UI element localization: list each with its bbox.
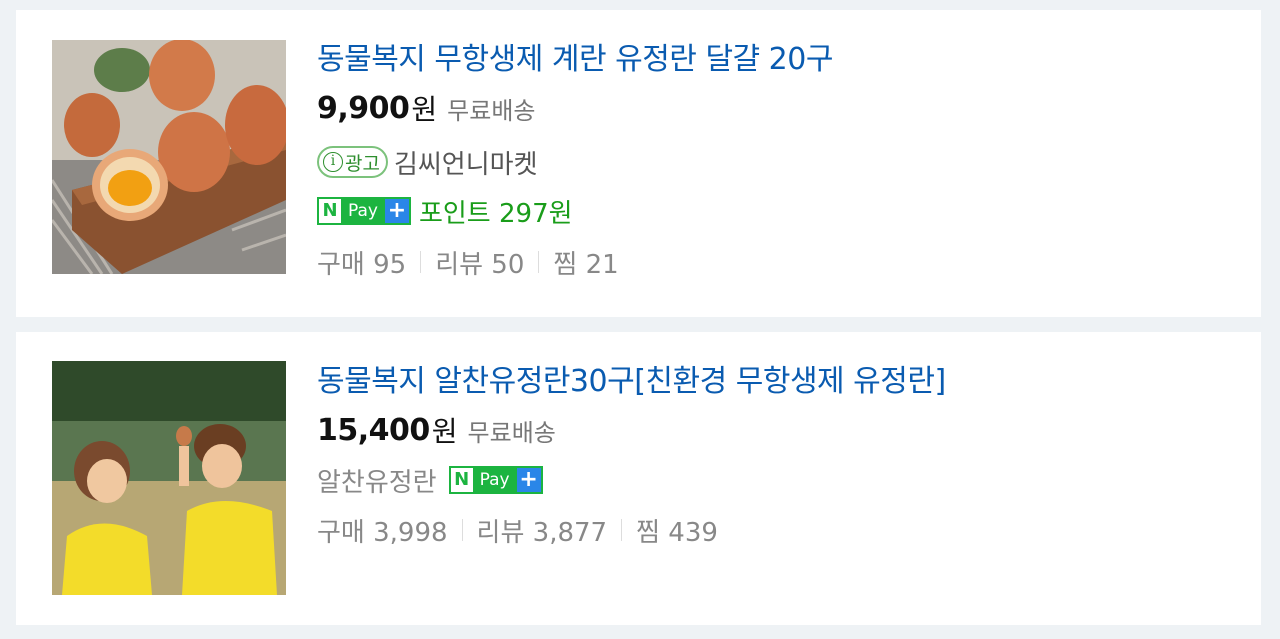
review-count[interactable]: 리뷰 50 (435, 244, 524, 281)
naver-n-icon: N (450, 468, 473, 492)
shipping-label: 무료배송 (447, 96, 536, 125)
plus-icon: + (516, 468, 541, 492)
product-image-eggs[interactable] (52, 40, 286, 274)
product-title-link[interactable]: 동물복지 알찬유정란30구[친환경 무항생제 유정란] (317, 362, 1241, 402)
npay-plus-badge: N Pay + (317, 197, 411, 225)
review-count[interactable]: 리뷰 3,877 (477, 512, 608, 549)
purchase-count: 구매 95 (317, 249, 407, 280)
stats-row: 구매 3,998 리뷰 3,877 찜 439 (317, 512, 1241, 548)
plus-icon: + (384, 199, 409, 223)
product-price: 9,900 (317, 90, 410, 126)
product-card[interactable]: 동물복지 알찬유정란30구[친환경 무항생제 유정란] 15,400 원 무료배… (16, 332, 1261, 625)
product-price: 15,400 (317, 412, 430, 448)
divider (621, 519, 623, 541)
product-info: 동물복지 알찬유정란30구[친환경 무항생제 유정란] 15,400 원 무료배… (317, 362, 1241, 548)
naver-n-icon: N (319, 199, 341, 223)
product-image-farmers[interactable] (52, 361, 286, 595)
currency-label: 원 (431, 415, 458, 448)
points-label: 포인트 297원 (418, 198, 573, 229)
shipping-label: 무료배송 (467, 418, 556, 447)
npay-label: Pay (479, 470, 510, 490)
currency-label: 원 (411, 93, 438, 126)
wish-count: 찜 21 (553, 249, 619, 280)
divider (461, 519, 463, 541)
ad-row: i 광고 김씨언니마켓 (317, 144, 1241, 180)
price-row: 9,900 원 무료배송 (317, 90, 1241, 127)
wish-count: 찜 439 (636, 517, 718, 548)
info-icon: i (323, 152, 343, 172)
product-card[interactable]: 동물복지 무항생제 계란 유정란 달걀 20구 9,900 원 무료배송 i 광… (16, 10, 1261, 317)
eggs-photo (52, 40, 286, 274)
seller-name[interactable]: 김씨언니마켓 (394, 144, 538, 181)
product-info: 동물복지 무항생제 계란 유정란 달걀 20구 9,900 원 무료배송 i 광… (317, 40, 1241, 280)
price-row: 15,400 원 무료배송 (317, 412, 1241, 449)
stats-row: 구매 95 리뷰 50 찜 21 (317, 244, 1241, 280)
purchase-count: 구매 3,998 (317, 517, 448, 548)
npay-plus-badge: N Pay + (448, 466, 543, 494)
npay-label: Pay (348, 201, 378, 221)
ad-label: 광고 (345, 152, 380, 175)
product-title-link[interactable]: 동물복지 무항생제 계란 유정란 달걀 20구 (317, 40, 1241, 80)
ad-badge[interactable]: i 광고 (317, 146, 388, 178)
divider (538, 251, 540, 273)
divider (420, 251, 422, 273)
seller-name[interactable]: 알찬유정란 (317, 462, 437, 499)
npay-row: N Pay + 포인트 297원 (317, 194, 1241, 229)
farmers-photo (52, 361, 286, 595)
seller-row: 알찬유정란 N Pay + (317, 462, 1241, 498)
